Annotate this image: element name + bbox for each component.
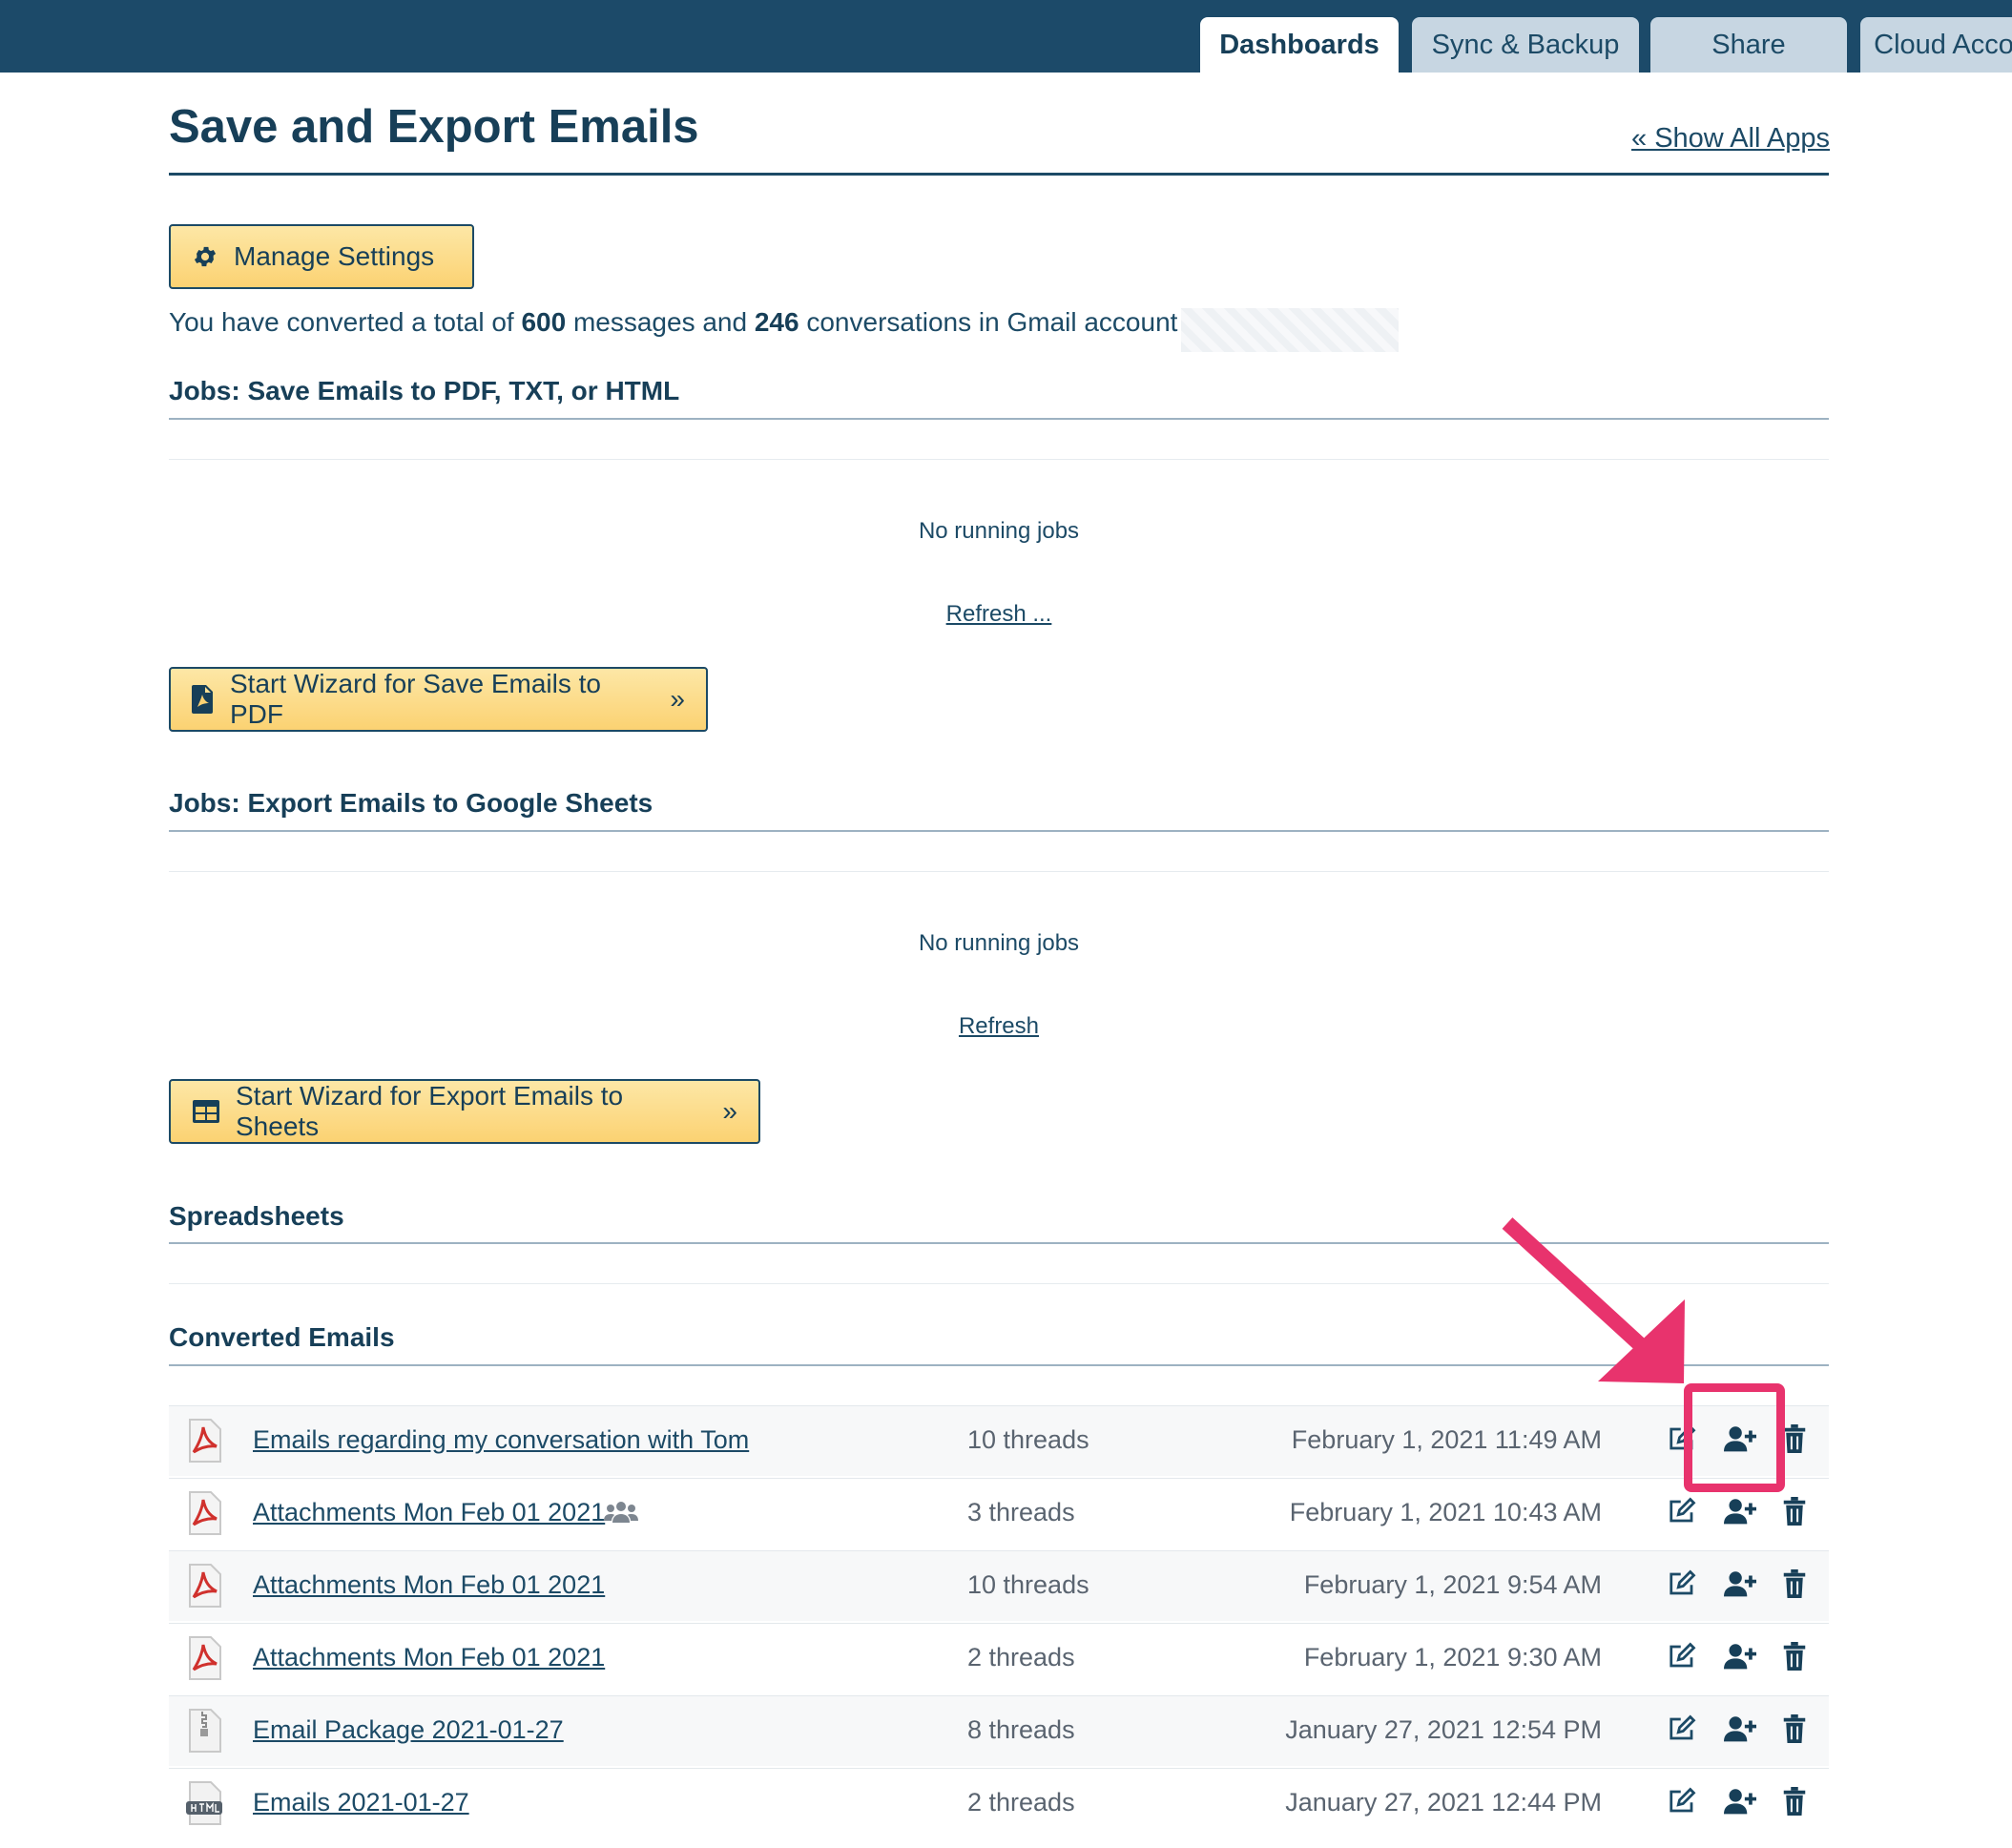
thread-count: 10 threads: [967, 1570, 1089, 1599]
converted-email-link[interactable]: Emails regarding my conversation with To…: [253, 1425, 749, 1455]
start-sheets-wizard-button[interactable]: Start Wizard for Export Emails to Sheets…: [169, 1079, 760, 1144]
conversations-count: 246: [754, 307, 799, 337]
converted-date: February 1, 2021 11:49 AM: [1291, 1425, 1602, 1454]
trash-icon[interactable]: [1775, 1492, 1814, 1530]
table-row: Emails regarding my conversation with To…: [169, 1405, 1829, 1476]
table-row: Attachments Mon Feb 01 2021 10 threads F…: [169, 1550, 1829, 1621]
sheets-jobs-status: No running jobs: [918, 930, 1080, 956]
share-user-icon[interactable]: [1721, 1710, 1759, 1748]
converted-email-link[interactable]: Email Package 2021-01-27: [253, 1715, 564, 1745]
converted-email-link[interactable]: Attachments Mon Feb 01 2021: [253, 1570, 605, 1600]
table-row: Attachments Mon Feb 01 2021 3 threads Fe…: [169, 1478, 1829, 1548]
tab-sync-backup[interactable]: Sync & Backup: [1412, 17, 1639, 73]
sheets-jobs-subdivider: [169, 871, 1829, 872]
converted-date: February 1, 2021 10:43 AM: [1289, 1498, 1602, 1526]
converted-email-link[interactable]: Emails 2021-01-27: [253, 1788, 469, 1817]
pdf-jobs-title: Jobs: Save Emails to PDF, TXT, or HTML: [169, 376, 680, 405]
title-divider: [169, 173, 1829, 176]
thread-count: 8 threads: [967, 1715, 1075, 1744]
start-sheets-wizard-label: Start Wizard for Export Emails to Sheets: [236, 1081, 624, 1141]
html-file-icon: [186, 1781, 222, 1825]
pdf-file-icon: [192, 685, 213, 714]
edit-icon[interactable]: [1663, 1637, 1701, 1675]
chevron-right-icon: »: [670, 684, 685, 714]
chevron-right-icon: »: [722, 1096, 737, 1126]
share-user-icon[interactable]: [1721, 1565, 1759, 1603]
trash-icon[interactable]: [1775, 1782, 1814, 1820]
tab-share[interactable]: Share: [1650, 17, 1847, 73]
shared-users-icon: [604, 1502, 638, 1523]
table-row: Emails 2021-01-27 2 threads January 27, …: [169, 1768, 1829, 1838]
pdf-jobs-refresh-link[interactable]: Refresh ...: [946, 601, 1052, 627]
annotation-highlight-box: [1684, 1383, 1785, 1492]
sheets-jobs-title: Jobs: Export Emails to Google Sheets: [169, 788, 653, 818]
converted-date: February 1, 2021 9:54 AM: [1303, 1570, 1602, 1599]
converted-date: January 27, 2021 12:44 PM: [1285, 1788, 1602, 1817]
share-user-icon[interactable]: [1721, 1492, 1759, 1530]
zip-file-icon: [189, 1709, 221, 1753]
start-pdf-wizard-button[interactable]: Start Wizard for Save Emails to PDF »: [169, 667, 708, 732]
pdf-jobs-status: No running jobs: [918, 518, 1080, 544]
sheets-jobs-refresh-link[interactable]: Refresh: [959, 1013, 1039, 1039]
trash-icon[interactable]: [1775, 1710, 1814, 1748]
converted-email-link[interactable]: Attachments Mon Feb 01 2021: [253, 1643, 605, 1672]
tab-dashboards[interactable]: Dashboards: [1200, 17, 1399, 73]
edit-icon[interactable]: [1663, 1710, 1701, 1748]
edit-icon[interactable]: [1663, 1565, 1701, 1603]
converted-date: January 27, 2021 12:54 PM: [1285, 1715, 1602, 1744]
converted-date: February 1, 2021 9:30 AM: [1303, 1643, 1602, 1672]
pdf-file-icon: [189, 1564, 221, 1608]
manage-settings-label: Manage Settings: [234, 241, 435, 271]
share-user-icon[interactable]: [1721, 1782, 1759, 1820]
conversion-summary: You have converted a total of 600 messag…: [169, 307, 1178, 337]
thread-count: 2 threads: [967, 1788, 1075, 1817]
gear-icon: [194, 246, 217, 267]
messages-count: 600: [521, 307, 567, 337]
annotation-arrow: [1502, 1217, 1685, 1383]
thread-count: 3 threads: [967, 1498, 1075, 1526]
show-all-apps-link[interactable]: « Show All Apps: [1631, 123, 1830, 155]
page-title: Save and Export Emails: [169, 101, 699, 153]
trash-icon[interactable]: [1775, 1565, 1814, 1603]
thread-count: 10 threads: [967, 1425, 1089, 1454]
edit-icon[interactable]: [1663, 1492, 1701, 1530]
pdf-jobs-subdivider: [169, 459, 1829, 460]
converted-email-link[interactable]: Attachments Mon Feb 01 2021: [253, 1498, 605, 1527]
trash-icon[interactable]: [1775, 1637, 1814, 1675]
pdf-file-icon: [189, 1491, 221, 1535]
edit-icon[interactable]: [1663, 1782, 1701, 1820]
thread-count: 2 threads: [967, 1643, 1075, 1672]
pdf-file-icon: [189, 1419, 221, 1463]
pdf-file-icon: [189, 1636, 221, 1680]
pdf-jobs-divider: [169, 418, 1829, 420]
table-row: Attachments Mon Feb 01 2021 2 threads Fe…: [169, 1623, 1829, 1693]
manage-settings-button[interactable]: Manage Settings: [169, 224, 474, 289]
table-row: Email Package 2021-01-27 8 threads Janua…: [169, 1695, 1829, 1766]
spreadsheets-title: Spreadsheets: [169, 1201, 344, 1231]
tab-cloud-accounts[interactable]: Cloud Acco: [1860, 17, 2012, 73]
start-pdf-wizard-label: Start Wizard for Save Emails to PDF: [230, 669, 602, 729]
table-icon: [193, 1100, 219, 1123]
sheets-jobs-divider: [169, 830, 1829, 832]
redacted-account: [1181, 308, 1399, 352]
converted-emails-title: Converted Emails: [169, 1322, 395, 1352]
share-user-icon[interactable]: [1721, 1637, 1759, 1675]
